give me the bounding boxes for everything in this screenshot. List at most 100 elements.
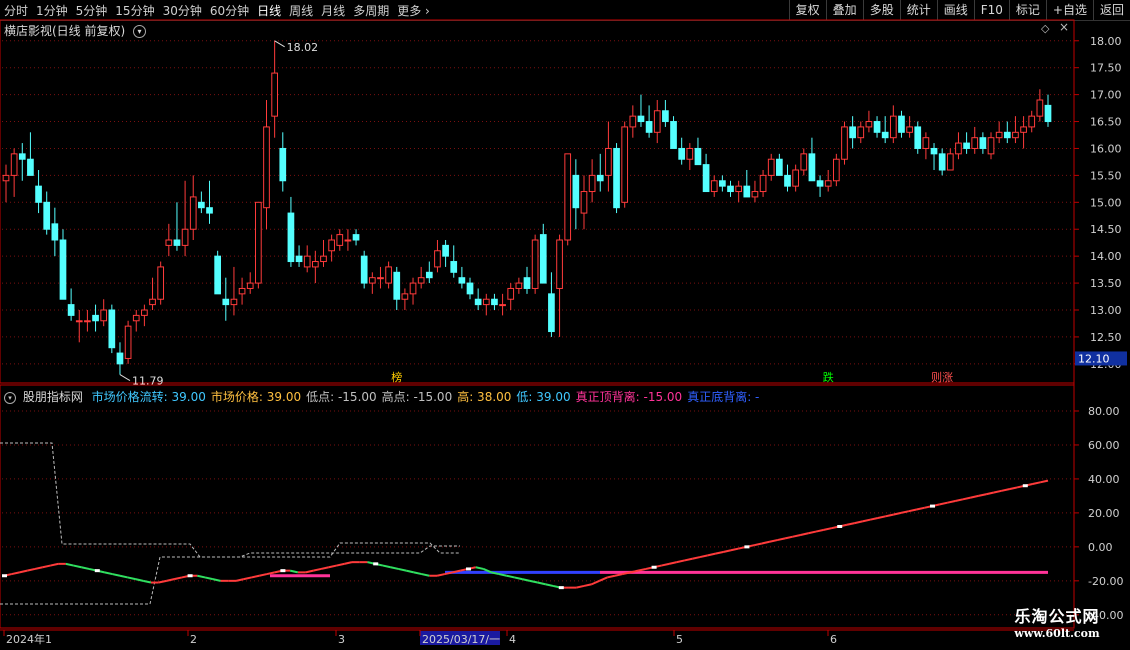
indicator-line-segment <box>707 552 716 557</box>
candle-body <box>1003 131 1011 139</box>
date-label-3: 2025/03/17/一 <box>422 633 500 646</box>
indicator-line-segment <box>305 569 314 574</box>
candle-body <box>596 174 604 182</box>
indicator-line-segment <box>173 576 183 581</box>
candle-body <box>385 266 392 284</box>
candle-body <box>881 131 889 139</box>
candle-body <box>499 304 506 307</box>
indicator-line-segment <box>583 583 592 587</box>
candle-body <box>214 255 222 295</box>
candle-body <box>2 174 10 182</box>
indicator-line-segment <box>212 578 221 582</box>
indicator-line-segment <box>344 561 353 565</box>
candle-body <box>507 287 515 300</box>
indicator-line-segment <box>993 489 1002 494</box>
candle-body <box>743 185 751 198</box>
indicator-line-segment <box>730 547 739 552</box>
indicator-dot <box>651 565 657 569</box>
price-tick-label-5: 15.50 <box>1090 169 1122 182</box>
ind-tick-label-1: 60.00 <box>1088 439 1120 452</box>
indicator-line-segment <box>777 537 786 542</box>
candle-body <box>727 185 734 193</box>
indicator-series <box>0 442 1049 605</box>
candle-body <box>303 255 311 268</box>
candle-body <box>694 147 702 166</box>
indicator-line-segment <box>978 493 987 497</box>
indicator-line-segment <box>885 513 894 518</box>
candle-body <box>450 261 458 273</box>
candle-body <box>873 121 881 133</box>
candle-body <box>523 277 531 289</box>
candle-body <box>857 126 865 139</box>
candle-body <box>482 298 490 306</box>
indicator-line-segment <box>947 500 956 504</box>
indicator-line-segment <box>11 571 20 576</box>
indicator-line-segment <box>722 549 732 553</box>
candle-body <box>832 158 840 182</box>
high-price-label: 18.02 <box>287 41 319 54</box>
indicator-line-segment <box>761 540 770 545</box>
indicator-line-segment <box>127 576 136 581</box>
date-label-5: 5 <box>676 633 683 646</box>
candle-body <box>10 153 18 176</box>
indicator-line-segment <box>699 554 708 559</box>
candle-body <box>18 153 26 160</box>
candle-body <box>1036 99 1044 117</box>
candle-body <box>189 196 197 230</box>
indicator-line-segment <box>498 573 507 577</box>
indicator-line-segment <box>954 498 964 502</box>
indicator-line-segment <box>815 528 824 533</box>
date-label-4: 4 <box>509 633 516 646</box>
candlestick-series <box>2 40 1052 375</box>
candle-body <box>613 147 620 209</box>
candle-body <box>255 201 262 284</box>
indicator-line-segment <box>436 573 446 577</box>
indicator-line-segment <box>916 506 925 511</box>
candle-body <box>1020 126 1027 133</box>
candle-body <box>59 239 67 300</box>
candle-body <box>556 239 563 289</box>
indicator-line-segment <box>421 573 430 577</box>
indicator-line-segment <box>545 583 554 587</box>
candle-body <box>51 223 59 241</box>
price-tick-label-11: 12.50 <box>1090 331 1122 344</box>
indicator-line-segment <box>398 567 407 572</box>
candle-body <box>678 147 686 160</box>
candle-body <box>580 191 588 214</box>
candle-body <box>662 110 669 123</box>
candle-body <box>1028 115 1036 128</box>
indicator-line-segment <box>692 556 701 560</box>
candle-body <box>263 126 270 209</box>
indicator-dot <box>1022 484 1028 488</box>
indicator-dot <box>837 524 843 528</box>
indicator-line-segment <box>854 520 863 525</box>
indicator-line-segment <box>26 567 36 572</box>
price-tick-label-0: 18.00 <box>1090 35 1122 48</box>
candle-body <box>393 271 401 300</box>
signal-marker-1: 跌 <box>823 370 834 384</box>
stock-chart[interactable]: 18.00 17.50 17.00 16.50 16.00 15.50 15.00 14.50… <box>0 0 1130 650</box>
indicator-line-segment <box>792 534 801 538</box>
candle-body <box>295 255 303 263</box>
candle-body <box>442 244 449 257</box>
candle-body <box>246 282 254 289</box>
indicator-line-segment <box>142 579 152 584</box>
candle-body <box>710 180 718 193</box>
indicator-lower-envelope <box>0 545 460 605</box>
indicator-line-segment <box>506 574 515 579</box>
candle-body <box>352 234 360 241</box>
indicator-line-segment <box>382 564 391 569</box>
indicator-line-segment <box>166 578 175 582</box>
indicator-line-segment <box>42 564 51 569</box>
candle-body <box>670 121 677 149</box>
indicator-line-segment <box>529 579 538 584</box>
indicator-line-segment <box>970 494 979 499</box>
indicator-line-segment <box>846 522 855 526</box>
candle-body <box>767 158 775 176</box>
grid-layer <box>0 19 1075 629</box>
candle-body <box>84 320 91 323</box>
candle-body <box>206 207 213 214</box>
price-tick-label-9: 13.50 <box>1090 277 1122 290</box>
candle-body <box>889 115 897 139</box>
candle-body <box>784 174 791 187</box>
